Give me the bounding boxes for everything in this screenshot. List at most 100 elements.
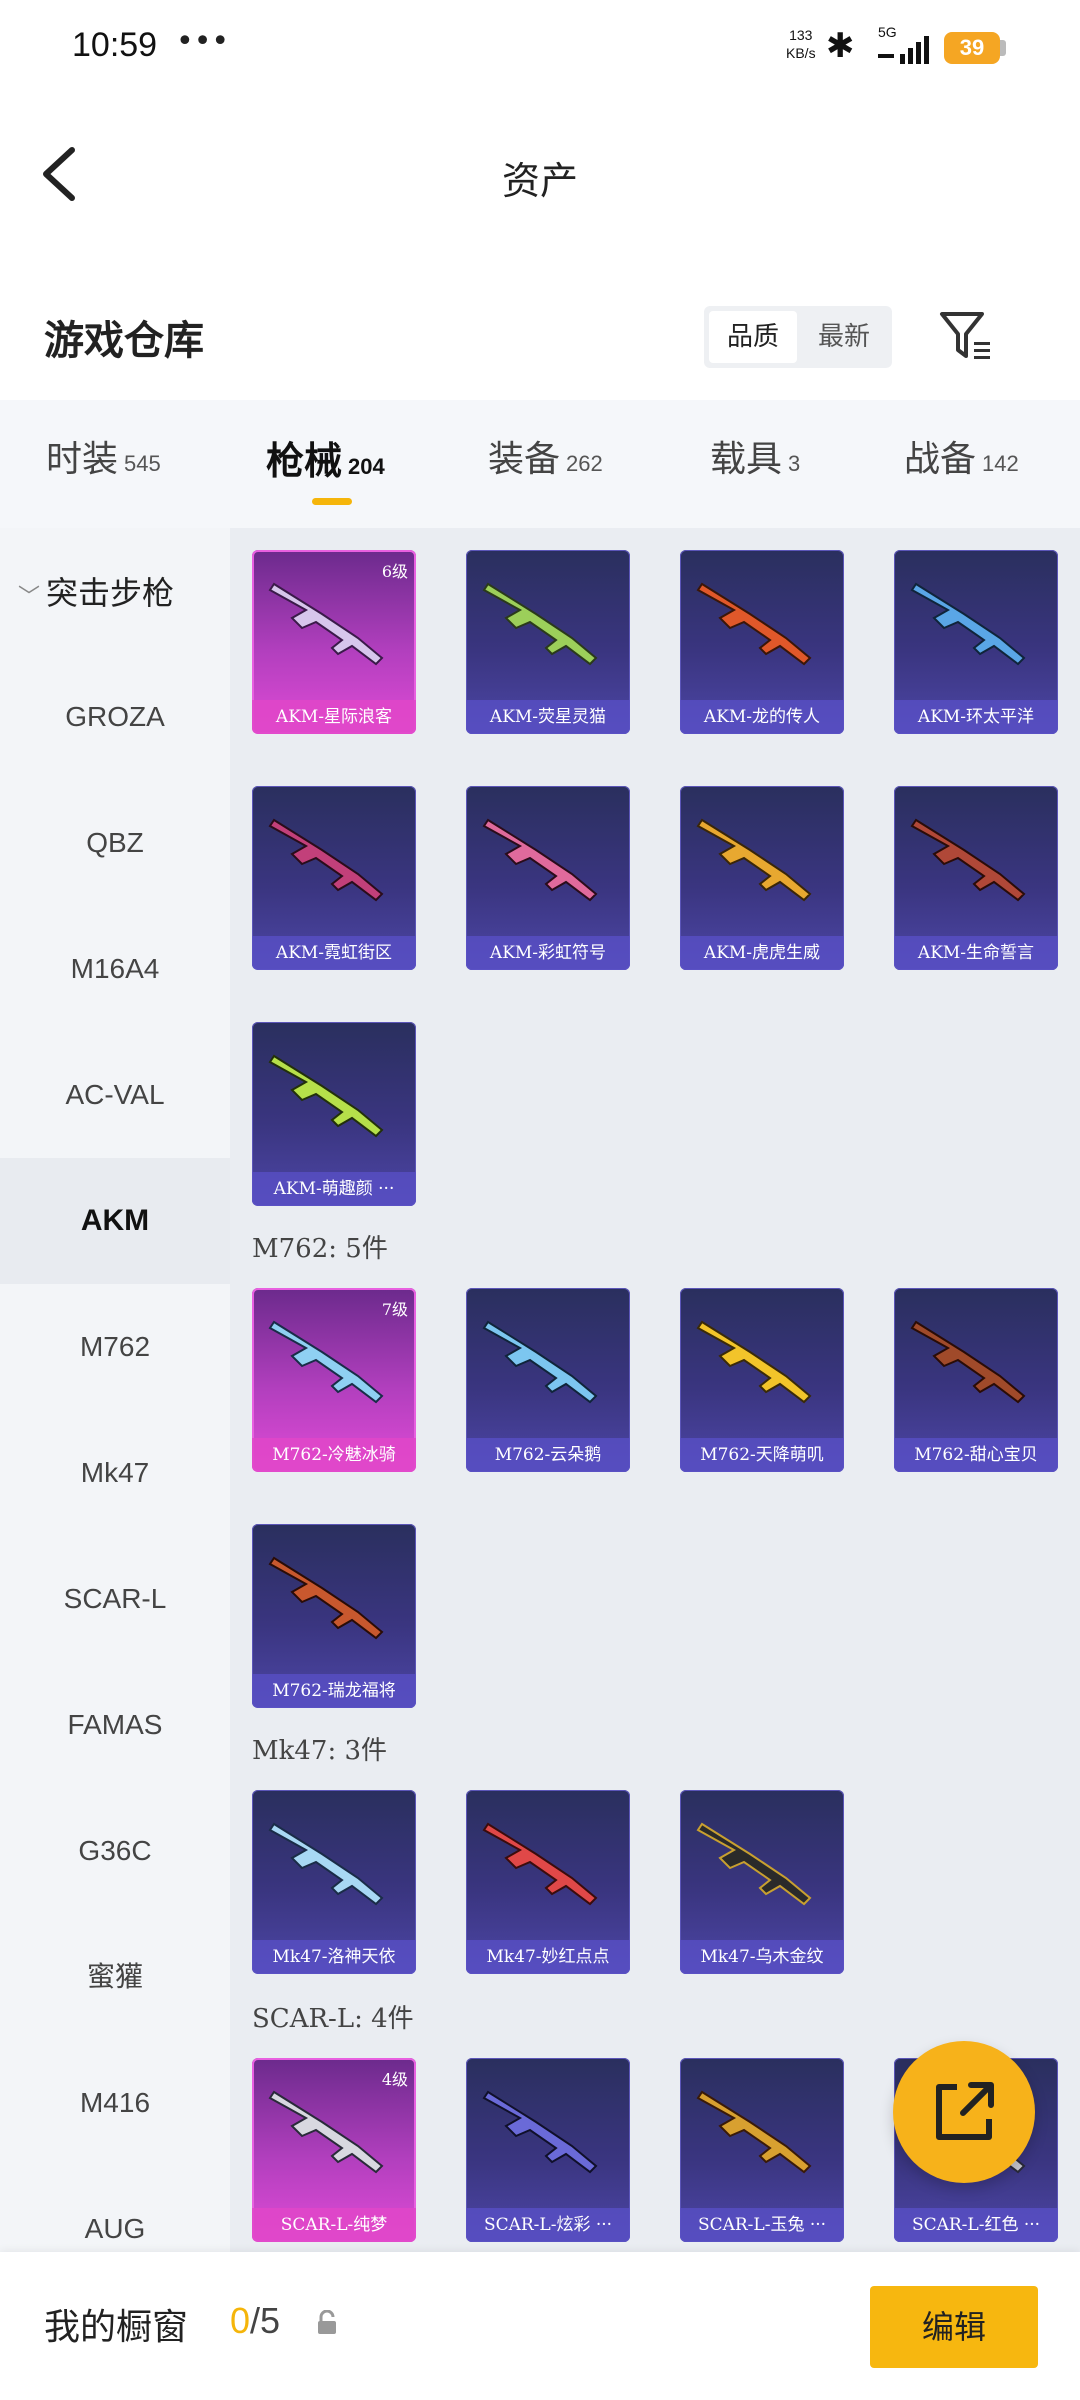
card-caption: SCAR-L-玉兔 ··· — [680, 2208, 844, 2242]
tab-count: 545 — [124, 451, 161, 476]
edit-button[interactable]: 编辑 — [870, 2286, 1038, 2368]
tab-label: 装备 — [488, 439, 561, 480]
network-speed-value: 133 — [789, 27, 813, 43]
tab-label: 枪械 — [266, 438, 343, 483]
status-more-dots: ••• — [176, 24, 230, 59]
weapon-card[interactable]: AKM-荧星灵猫 — [466, 550, 630, 734]
card-caption: SCAR-L-红色 ··· — [894, 2208, 1058, 2242]
warehouse-title: 游戏仓库 — [44, 317, 204, 364]
rifle-icon — [910, 818, 1026, 902]
rifle-icon — [696, 2090, 812, 2174]
network-speed-unit: KB/s — [786, 45, 816, 61]
card-level: 7级 — [381, 1300, 408, 1319]
page-title: 资产 — [501, 159, 578, 203]
sidebar-item-famas[interactable]: FAMAS — [0, 1662, 230, 1788]
tab-guns[interactable]: 枪械 204 — [266, 430, 385, 485]
sidebar-item-mk47[interactable]: Mk47 — [0, 1410, 230, 1536]
card-caption: M762-云朵鹅 — [466, 1438, 630, 1472]
rifle-icon — [268, 1556, 384, 1640]
showcase-count: 0/5 — [230, 2300, 280, 2342]
card-caption: M762-甜心宝贝 — [894, 1438, 1058, 1472]
weapon-card[interactable]: AKM-生命誓言 — [894, 786, 1058, 970]
sort-by-newest[interactable]: 最新 — [800, 311, 888, 363]
sidebar-group-assault-rifle[interactable]: ﹀ 突击步枪 — [18, 568, 174, 614]
filter-icon[interactable] — [938, 308, 994, 364]
tab-count: 3 — [788, 451, 801, 476]
active-tab-indicator — [312, 498, 352, 505]
chevron-down-icon: ﹀ — [18, 585, 41, 610]
card-caption: AKM-龙的传人 — [680, 700, 844, 734]
rifle-icon — [482, 1822, 598, 1906]
rifle-icon — [910, 1320, 1026, 1404]
lock-icon — [318, 2310, 336, 2334]
sidebar-item-akm[interactable]: AKM — [0, 1158, 230, 1284]
weapon-card[interactable]: M762-云朵鹅 — [466, 1288, 630, 1472]
weapon-card[interactable]: M762-甜心宝贝 — [894, 1288, 1058, 1472]
weapon-card[interactable]: 4级 SCAR-L-纯梦 — [252, 2058, 416, 2242]
weapon-card[interactable]: Mk47-妙红点点 — [466, 1790, 630, 1974]
weapon-card[interactable]: AKM-龙的传人 — [680, 550, 844, 734]
weapon-card[interactable]: SCAR-L-玉兔 ··· — [680, 2058, 844, 2242]
weapon-card[interactable]: M762-天降萌叽 — [680, 1288, 844, 1472]
sort-toggle: 品质 最新 — [704, 306, 892, 368]
tab-fashion[interactable]: 时装 545 — [46, 430, 161, 482]
status-time: 10:59 — [72, 26, 158, 64]
battery-tip — [1000, 40, 1006, 56]
card-level: 6级 — [381, 562, 408, 581]
card-caption: M762-冷魅冰骑 — [252, 1438, 416, 1472]
weapon-card[interactable]: AKM-彩虹符号 — [466, 786, 630, 970]
weapon-card[interactable]: AKM-环太平洋 — [894, 550, 1058, 734]
rifle-icon — [910, 582, 1026, 666]
rifle-icon — [482, 2090, 598, 2174]
sidebar-item-m16a4[interactable]: M16A4 — [0, 906, 230, 1032]
sort-by-quality[interactable]: 品质 — [709, 311, 797, 363]
status-bar: 10:59 ••• 133 KB/s ✱ 5G 39 — [0, 0, 1080, 100]
showcase-used: 0 — [230, 2300, 251, 2341]
weapon-card[interactable]: SCAR-L-炫彩 ··· — [466, 2058, 630, 2242]
group-label-scar-l: SCAR-L: 4件 — [252, 2004, 414, 2034]
sidebar-item-m416[interactable]: M416 — [0, 2040, 230, 2166]
share-float-button[interactable] — [893, 2041, 1035, 2183]
sidebar-item-g36c[interactable]: G36C — [0, 1788, 230, 1914]
sidebar-item-scar-l[interactable]: SCAR-L — [0, 1536, 230, 1662]
sidebar-item-groza[interactable]: GROZA — [0, 654, 230, 780]
tab-count: 262 — [566, 451, 603, 476]
weapon-card[interactable]: 6级 AKM-星际浪客 — [252, 550, 416, 734]
group-label-mk47: Mk47: 3件 — [252, 1736, 388, 1766]
card-caption: M762-瑞龙福将 — [252, 1674, 416, 1708]
weapon-card[interactable]: AKM-萌趣颜 ··· — [252, 1022, 416, 1206]
tab-equipment[interactable]: 装备 262 — [488, 430, 603, 482]
weapon-card[interactable]: Mk47-洛神天依 — [252, 1790, 416, 1974]
tab-label: 时装 — [46, 439, 119, 480]
card-caption: M762-天降萌叽 — [680, 1438, 844, 1472]
rifle-icon — [268, 818, 384, 902]
rifle-icon — [696, 1822, 812, 1906]
card-caption: AKM-萌趣颜 ··· — [252, 1172, 416, 1206]
sidebar-item-qbz[interactable]: QBZ — [0, 780, 230, 906]
rifle-icon — [696, 1320, 812, 1404]
weapon-card[interactable]: 7级 M762-冷魅冰骑 — [252, 1288, 416, 1472]
card-caption: AKM-星际浪客 — [252, 700, 416, 734]
rifle-icon — [482, 582, 598, 666]
card-caption: AKM-环太平洋 — [894, 700, 1058, 734]
showcase-total: /5 — [250, 2300, 281, 2341]
sidebar-item-m762[interactable]: M762 — [0, 1284, 230, 1410]
card-level: 4级 — [381, 2070, 408, 2089]
weapon-card[interactable]: M762-瑞龙福将 — [252, 1524, 416, 1708]
tab-vehicles[interactable]: 载具 3 — [710, 430, 800, 482]
signal-icon — [878, 36, 929, 64]
weapon-card[interactable]: Mk47-乌木金纹 — [680, 1790, 844, 1974]
rifle-icon — [696, 582, 812, 666]
showcase-title: 我的橱窗 — [44, 2307, 189, 2348]
card-caption: AKM-彩虹符号 — [466, 936, 630, 970]
sidebar-item-ac-val[interactable]: AC-VAL — [0, 1032, 230, 1158]
weapon-card[interactable]: AKM-虎虎生威 — [680, 786, 844, 970]
weapon-card[interactable]: AKM-霓虹街区 — [252, 786, 416, 970]
tab-supplies[interactable]: 战备 142 — [904, 430, 1019, 482]
sidebar-item-honey-badger[interactable]: 蜜獾 — [0, 1914, 230, 2040]
card-caption: Mk47-妙红点点 — [466, 1940, 630, 1974]
rifle-icon — [268, 1054, 384, 1138]
showcase-bar: 我的橱窗 0/5 编辑 — [0, 2252, 1080, 2400]
card-caption: AKM-生命誓言 — [894, 936, 1058, 970]
sidebar-group-label: 突击步枪 — [46, 574, 175, 612]
